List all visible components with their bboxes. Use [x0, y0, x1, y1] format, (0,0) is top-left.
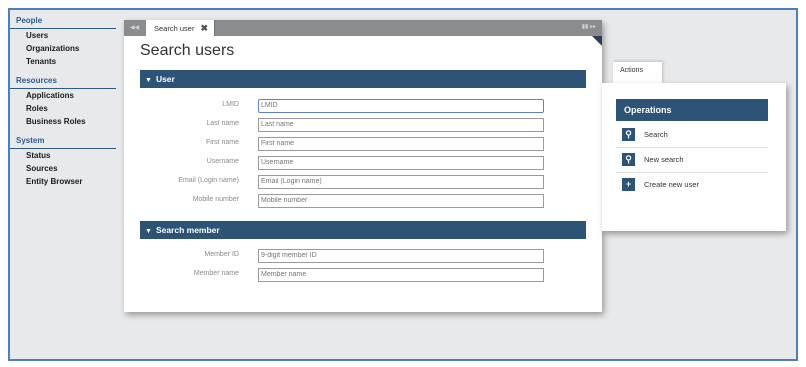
field-label-username: Username	[206, 158, 239, 165]
search-icon: ⚲	[622, 128, 635, 141]
member-section-header[interactable]: ▼ Search member	[140, 221, 586, 239]
user-section-header[interactable]: ▼ User	[140, 70, 586, 88]
app-frame: People Users Organizations Tenants Resou…	[8, 8, 798, 361]
field-label-last-name: Last name	[206, 120, 239, 127]
member-id-input[interactable]	[258, 249, 544, 263]
sidebar-item-organizations[interactable]: Organizations	[10, 42, 120, 55]
field-row-last-name: Last name	[124, 118, 602, 132]
search-action[interactable]: ⚲ Search	[616, 123, 768, 148]
sidebar-item-users[interactable]: Users	[10, 29, 120, 42]
field-label-member-name: Member name	[193, 270, 239, 277]
lmid-input[interactable]	[258, 99, 544, 113]
new-search-action-label: New search	[644, 155, 684, 164]
username-input[interactable]	[258, 156, 544, 170]
first-name-input[interactable]	[258, 137, 544, 151]
sidebar-header-people: People	[10, 14, 116, 29]
corner-fold-icon	[592, 36, 602, 46]
operations-header: Operations	[616, 99, 768, 121]
create-new-user-label: Create new user	[644, 180, 700, 189]
field-label-email: Email (Login name)	[178, 177, 239, 184]
tab-search-user[interactable]: Search user ✖	[146, 20, 215, 36]
collapse-arrow-icon[interactable]: ▼	[145, 77, 152, 84]
field-row-username: Username	[124, 156, 602, 170]
mobile-number-input[interactable]	[258, 194, 544, 208]
search-action-label: Search	[644, 130, 668, 139]
field-row-member-name: Member name	[124, 268, 602, 282]
tab-actions[interactable]: Actions	[613, 62, 662, 84]
sidebar-item-tenants[interactable]: Tenants	[10, 55, 120, 68]
user-section-title: User	[155, 74, 175, 84]
field-label-mobile: Mobile number	[192, 196, 239, 203]
field-row-member-id: Member ID	[124, 249, 602, 263]
last-name-input[interactable]	[258, 118, 544, 132]
tab-menu-icon[interactable]: ▮▮ ▸▸	[582, 23, 596, 30]
new-search-icon: ⚲	[622, 153, 635, 166]
member-name-input[interactable]	[258, 268, 544, 282]
page-title: Search users	[140, 42, 235, 59]
field-row-email: Email (Login name)	[124, 175, 602, 189]
tab-label: Search user	[154, 24, 195, 33]
sidebar-header-resources: Resources	[10, 74, 116, 89]
close-icon[interactable]: ✖	[200, 23, 208, 33]
sidebar-group-people: People Users Organizations Tenants	[10, 14, 120, 68]
new-search-action[interactable]: ⚲ New search	[616, 148, 768, 173]
actions-panel: Operations ⚲ Search ⚲ New search + Creat…	[602, 83, 786, 231]
field-row-first-name: First name	[124, 137, 602, 151]
search-window: ◀◀ Search user ✖ ▮▮ ▸▸ Search users ▼ User…	[124, 20, 602, 312]
email-input[interactable]	[258, 175, 544, 189]
collapse-arrow-icon[interactable]: ▼	[145, 228, 152, 235]
field-label-first-name: First name	[205, 139, 239, 146]
field-row-lmid: LMID	[124, 99, 602, 113]
member-section-title: Search member	[155, 225, 220, 235]
create-new-user-action[interactable]: + Create new user	[616, 173, 768, 197]
plus-icon: +	[622, 178, 635, 191]
tab-scroll-left-icon[interactable]: ◀◀	[130, 24, 139, 31]
field-row-mobile: Mobile number	[124, 194, 602, 208]
tab-strip: ◀◀ Search user ✖ ▮▮ ▸▸	[124, 20, 602, 36]
field-label-member-id: Member ID	[204, 251, 239, 258]
field-label-lmid: LMID	[222, 101, 239, 108]
